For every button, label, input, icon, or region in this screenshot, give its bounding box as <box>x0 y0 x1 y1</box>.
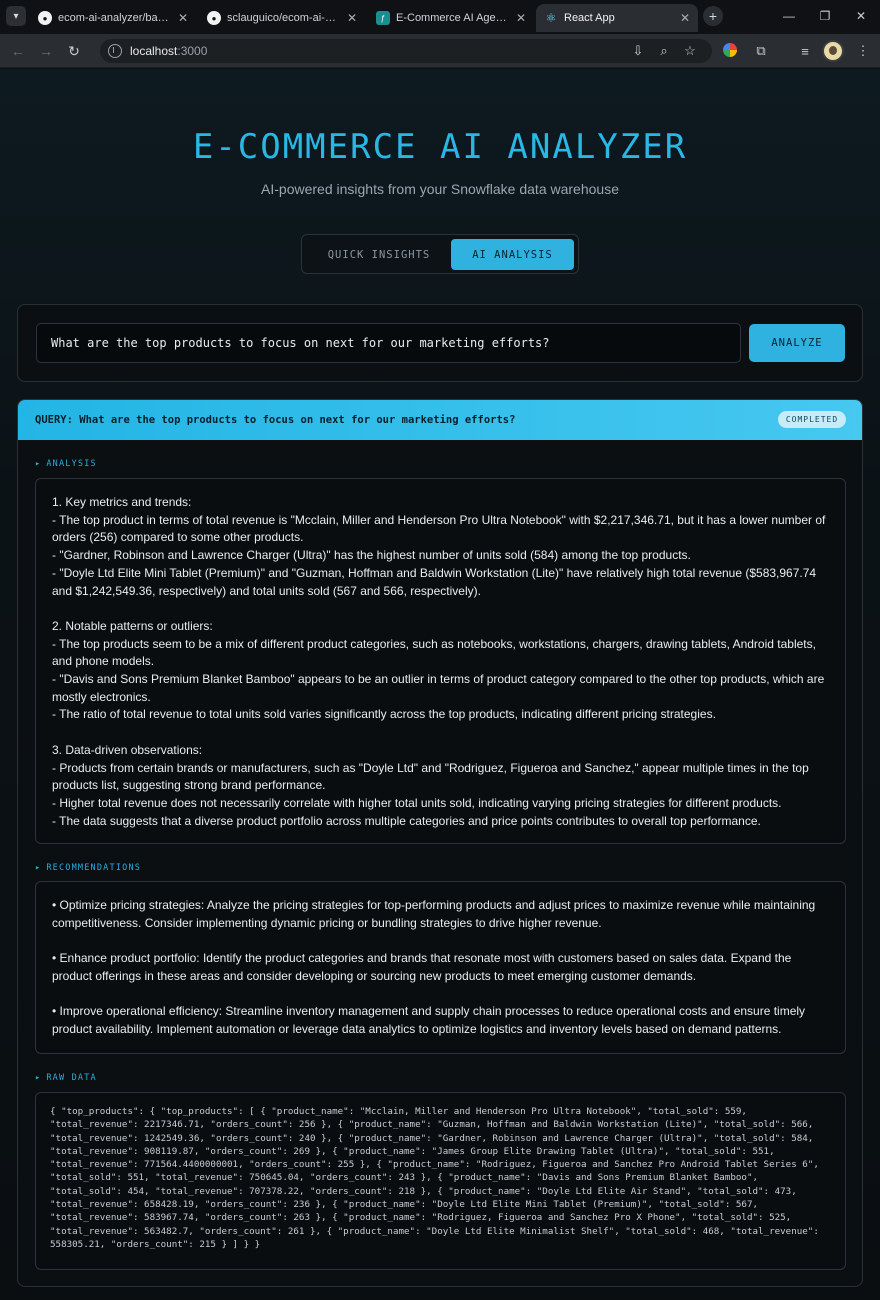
analysis-panel: 1. Key metrics and trends: - The top pro… <box>35 478 846 844</box>
close-icon[interactable]: ✕ <box>680 11 690 25</box>
close-icon[interactable]: ✕ <box>347 11 357 25</box>
query-card: ANALYZE <box>17 304 863 382</box>
analysis-line: - The top products seem to be a mix of d… <box>52 636 816 669</box>
app-page: E-COMMERCE AI ANALYZER AI-powered insigh… <box>0 69 880 1300</box>
color-extension-icon[interactable] <box>723 43 737 57</box>
forward-icon[interactable]: → <box>36 41 56 61</box>
recommendation-item: • Enhance product portfolio: Identify th… <box>52 951 792 983</box>
analyze-button[interactable]: ANALYZE <box>749 324 845 362</box>
status-badge: COMPLETED <box>778 411 846 428</box>
page-subtitle: AI-powered insights from your Snowflake … <box>261 181 619 197</box>
profile-avatar[interactable] <box>822 40 844 62</box>
mode-switch: QUICK INSIGHTS AI ANALYSIS <box>301 234 579 274</box>
query-input[interactable] <box>36 323 741 363</box>
media-control-icon[interactable]: ≡ <box>795 41 815 61</box>
analysis-heading: 2. Notable patterns or outliers: <box>52 618 213 633</box>
back-icon[interactable]: ← <box>8 41 28 61</box>
install-app-icon[interactable]: ⇩ <box>628 41 648 61</box>
analysis-line: - Products from certain brands or manufa… <box>52 760 809 793</box>
browser-tab-active[interactable]: ⚛ React App ✕ <box>536 4 698 32</box>
recommendations-section-label: ▸ RECOMMENDATIONS <box>35 863 141 873</box>
site-info-icon[interactable] <box>108 44 122 58</box>
analysis-line: - The ratio of total revenue to total un… <box>52 707 716 722</box>
analysis-heading: 1. Key metrics and trends: <box>52 495 192 509</box>
page-title: E-COMMERCE AI ANALYZER <box>192 127 688 167</box>
tab-quick-insights[interactable]: QUICK INSIGHTS <box>308 239 450 270</box>
recommendation-item: • Optimize pricing strategies: Analyze t… <box>52 898 816 930</box>
react-icon: ⚛ <box>545 11 557 25</box>
url-port: :3000 <box>177 44 208 58</box>
restore-icon[interactable]: ❐ <box>808 0 842 32</box>
browser-tab-strip: ▾ ● ecom-ai-analyzer/backend ✕ ● sclaugu… <box>0 0 880 34</box>
result-query-text: QUERY: What are the top products to focu… <box>35 414 516 426</box>
browser-tab-2[interactable]: ● sclauguico/ecom-ai-analy ✕ <box>199 4 365 32</box>
analysis-line: - "Gardner, Robinson and Lawrence Charge… <box>52 548 691 563</box>
caret-right-icon: ▸ <box>35 1073 42 1083</box>
close-icon[interactable]: ✕ <box>178 11 188 25</box>
analysis-line: - The data suggests that a diverse produ… <box>52 813 761 828</box>
github-icon: ● <box>207 11 221 25</box>
analysis-line: - "Doyle Ltd Elite Mini Tablet (Premium)… <box>52 565 817 598</box>
extensions-icon[interactable]: ⧉ <box>751 41 771 61</box>
close-icon[interactable]: ✕ <box>516 11 526 25</box>
analysis-line: - Higher total revenue does not necessar… <box>52 795 782 810</box>
window-close-icon[interactable]: ✕ <box>844 0 878 32</box>
url-field[interactable]: localhost:3000 <box>100 39 712 63</box>
browser-tab-3[interactable]: ƒ E-Commerce AI Agents A ✕ <box>368 4 534 32</box>
app-icon: ƒ <box>376 11 390 25</box>
raw-data-section-label: ▸ RAW DATA <box>35 1073 97 1083</box>
minimize-icon[interactable]: — <box>772 0 806 32</box>
url-host: localhost <box>130 44 178 58</box>
recommendations-panel: • Optimize pricing strategies: Analyze t… <box>35 881 846 1054</box>
tab-title: React App <box>564 12 615 24</box>
caret-right-icon: ▸ <box>35 863 42 873</box>
analysis-line: - The top product in terms of total reve… <box>52 512 826 545</box>
recommendations-label-text: RECOMMENDATIONS <box>46 863 142 873</box>
result-header: QUERY: What are the top products to focu… <box>18 400 862 440</box>
result-card: QUERY: What are the top products to focu… <box>17 399 863 1287</box>
new-tab-button[interactable]: + <box>703 6 723 26</box>
analysis-section-label: ▸ ANALYSIS <box>35 459 97 469</box>
github-icon: ● <box>38 11 52 25</box>
analysis-label-text: ANALYSIS <box>46 459 97 469</box>
tab-ai-analysis[interactable]: AI ANALYSIS <box>451 239 574 270</box>
tab-search-icon[interactable]: ▾ <box>6 6 26 26</box>
tab-title: E-Commerce AI Agents A <box>396 12 510 24</box>
browser-tab-1[interactable]: ● ecom-ai-analyzer/backend ✕ <box>30 4 196 32</box>
tab-title: sclauguico/ecom-ai-analy <box>227 12 341 24</box>
recommendation-item: • Improve operational efficiency: Stream… <box>52 1004 806 1036</box>
bookmark-star-icon[interactable]: ☆ <box>680 41 700 61</box>
reload-icon[interactable]: ↻ <box>64 41 84 61</box>
raw-data-panel: { "top_products": { "top_products": [ { … <box>35 1092 846 1270</box>
analysis-line: - "Davis and Sons Premium Blanket Bamboo… <box>52 672 825 704</box>
tab-title: ecom-ai-analyzer/backend <box>58 12 172 24</box>
analysis-heading: 3. Data-driven observations: <box>52 742 203 757</box>
raw-data-label-text: RAW DATA <box>46 1073 97 1083</box>
address-bar: ← → ↻ localhost:3000 ⇩ ⌕ ☆ ⧉ ≡ ⋮ <box>0 34 880 68</box>
caret-right-icon: ▸ <box>35 459 42 469</box>
menu-icon[interactable]: ⋮ <box>853 41 873 61</box>
zoom-icon[interactable]: ⌕ <box>654 41 674 61</box>
